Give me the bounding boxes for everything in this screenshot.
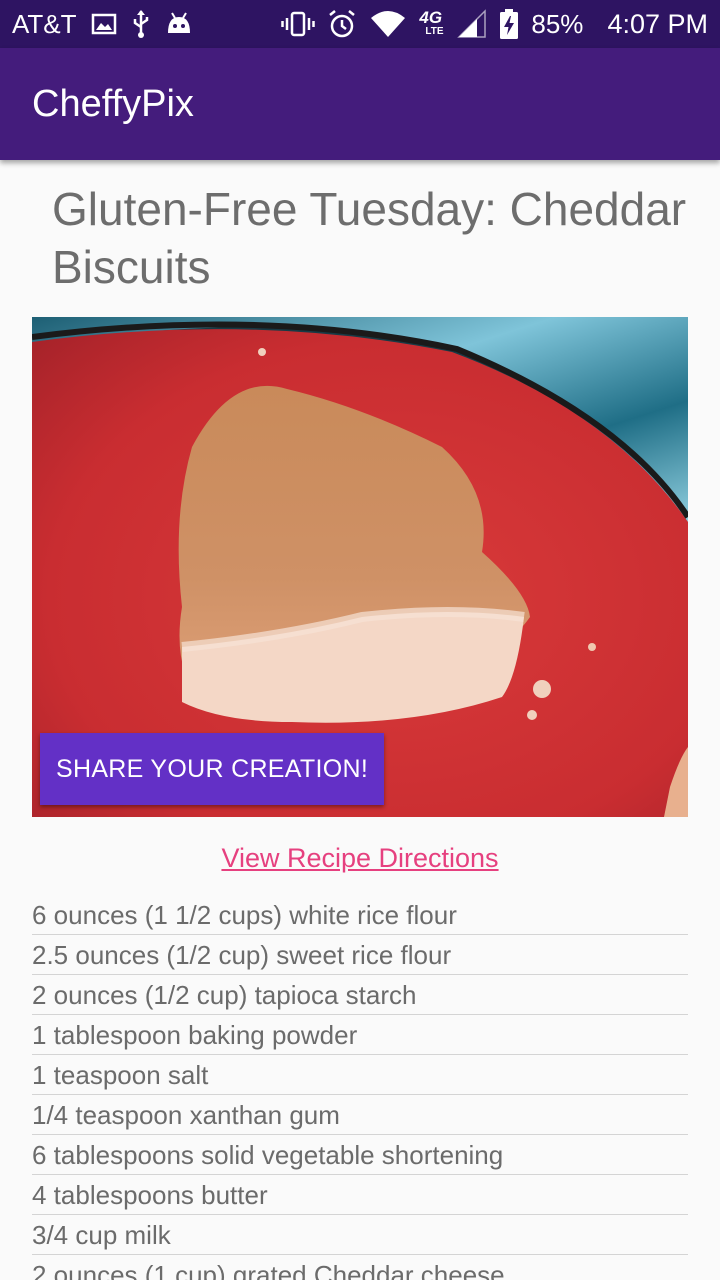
app-bar: CheffyPix: [0, 48, 720, 160]
status-bar: AT&T 4G LTE 85% 4:07 PM: [0, 0, 720, 48]
vibrate-icon: [281, 10, 316, 38]
ingredient-item: 4 tablespoons butter: [32, 1175, 688, 1215]
network-sub-label: LTE: [425, 26, 444, 37]
ingredient-item: 1 teaspoon salt: [32, 1055, 688, 1095]
network-label: 4G: [419, 8, 443, 27]
ingredient-item: 3/4 cup milk: [32, 1215, 688, 1255]
status-left: AT&T: [12, 0, 193, 48]
signal-icon: [457, 9, 487, 39]
carrier-label: AT&T: [12, 9, 77, 39]
network-type-icon: 4G LTE: [419, 7, 445, 41]
view-recipe-directions-link[interactable]: View Recipe Directions: [0, 840, 720, 876]
ingredient-item: 2 ounces (1/2 cup) tapioca starch: [32, 975, 688, 1015]
image-icon: [91, 12, 117, 36]
battery-charging-icon: [499, 8, 519, 40]
recipe-title: Gluten-Free Tuesday: Cheddar Biscuits: [52, 183, 687, 293]
recipe-content[interactable]: Gluten-Free Tuesday: Cheddar Biscuits SH…: [0, 160, 720, 1280]
android-icon: [165, 11, 193, 37]
wifi-icon: [369, 9, 407, 39]
status-right: 4G LTE 85% 4:07 PM: [281, 0, 708, 48]
recipe-photo: SHARE YOUR CREATION!: [32, 317, 688, 817]
alarm-icon: [327, 9, 357, 39]
ingredient-item: 2.5 ounces (1/2 cup) sweet rice flour: [32, 935, 688, 975]
clock: 4:07 PM: [607, 9, 708, 39]
ingredient-item: 6 tablespoons solid vegetable shortening: [32, 1135, 688, 1175]
app-title: CheffyPix: [32, 82, 194, 125]
share-creation-button[interactable]: SHARE YOUR CREATION!: [40, 733, 385, 805]
usb-icon: [131, 9, 151, 39]
ingredient-item: 2 ounces (1 cup) grated Cheddar cheese: [32, 1255, 688, 1280]
ingredient-item: 1/4 teaspoon xanthan gum: [32, 1095, 688, 1135]
battery-percent: 85%: [531, 9, 584, 39]
ingredient-item: 6 ounces (1 1/2 cups) white rice flour: [32, 895, 688, 935]
ingredient-list: 6 ounces (1 1/2 cups) white rice flour 2…: [32, 895, 688, 1280]
ingredient-item: 1 tablespoon baking powder: [32, 1015, 688, 1055]
